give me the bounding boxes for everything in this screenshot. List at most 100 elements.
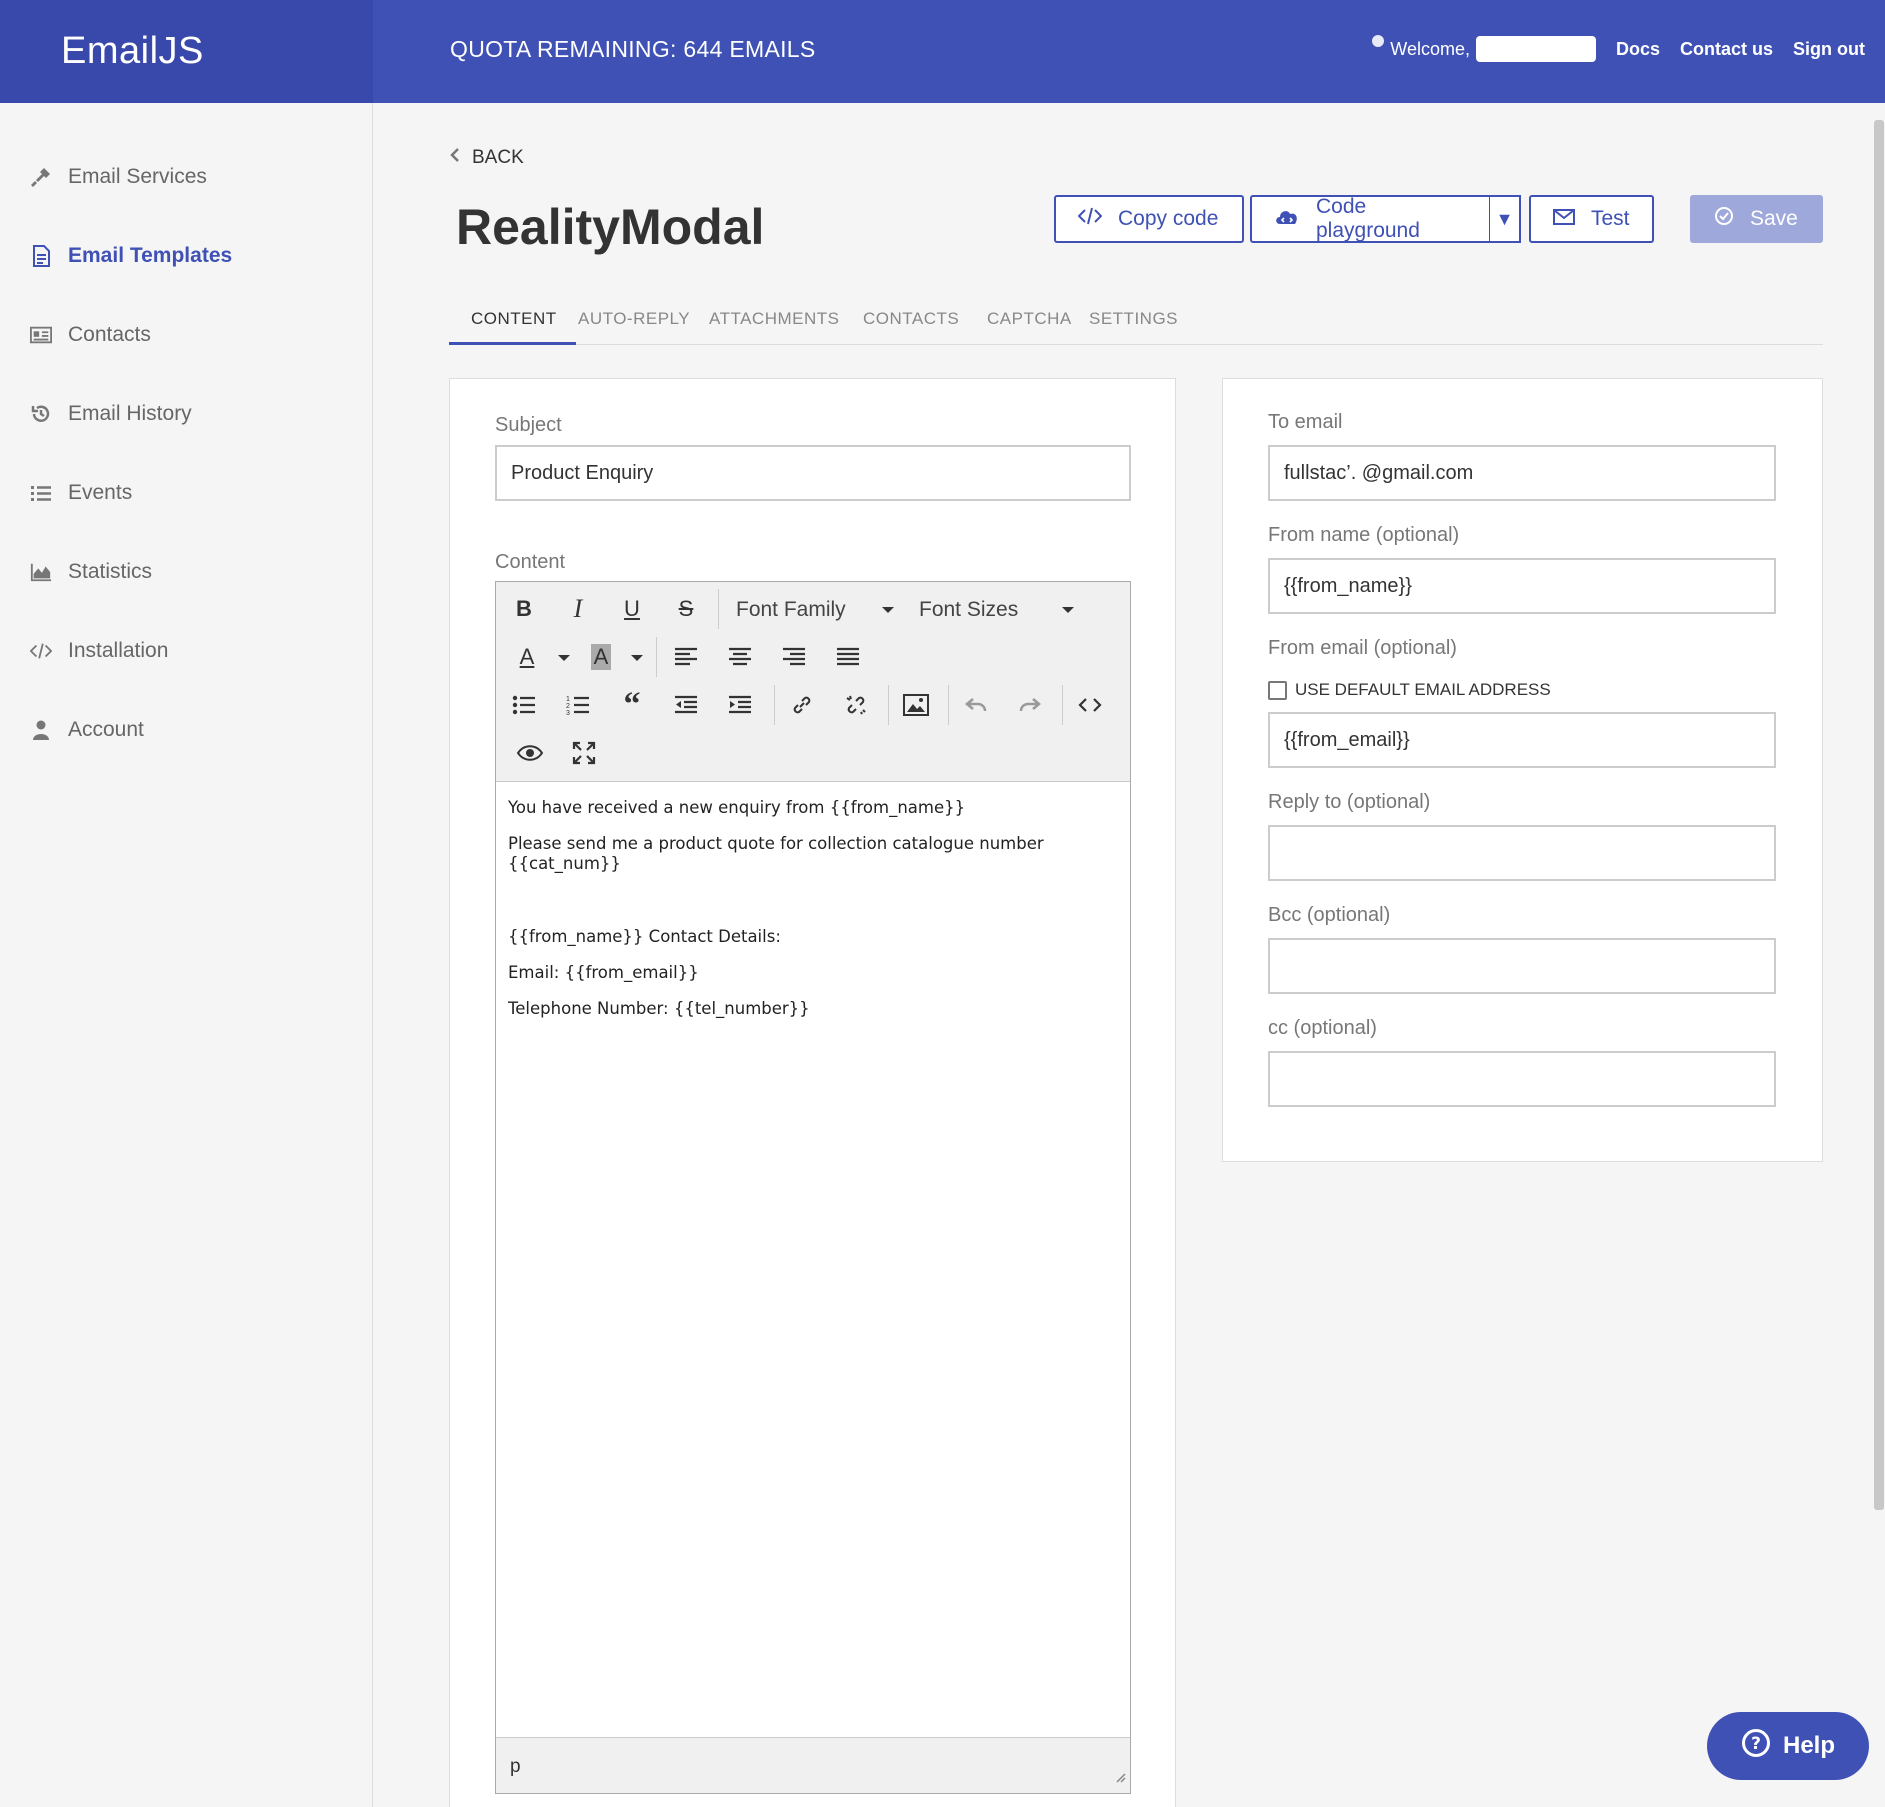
body-line: Telephone Number: {{tel_number}}	[508, 999, 810, 1018]
code-playground-button[interactable]: Code playground	[1250, 195, 1491, 243]
sidebar-item-account[interactable]: Account	[30, 718, 144, 742]
from-name-input[interactable]: {{from_name}}	[1268, 558, 1776, 614]
background-color-icon[interactable]: A	[584, 640, 618, 674]
sidebar-item-label: Statistics	[68, 560, 153, 583]
font-family-dropdown[interactable]: Font Family	[736, 598, 894, 622]
body-line: Please send me a product quote for colle…	[508, 834, 1044, 853]
font-sizes-dropdown[interactable]: Font Sizes	[919, 598, 1075, 622]
contact-us-link[interactable]: Contact us	[1680, 39, 1773, 60]
use-default-email-checkbox[interactable]	[1268, 681, 1287, 700]
cc-input[interactable]	[1268, 1051, 1776, 1107]
status-dot-icon	[1372, 35, 1385, 47]
resize-handle-icon[interactable]	[1114, 1767, 1126, 1789]
settings-panel: To email fullstac’. @gmail.com From name…	[1222, 378, 1823, 1162]
triangle-down-icon: ▼	[1495, 208, 1514, 229]
plug-icon	[30, 166, 52, 188]
tab-captcha[interactable]: CAPTCHA	[987, 309, 1072, 329]
blockquote-icon[interactable]: “	[615, 686, 649, 723]
svg-text:2: 2	[566, 703, 570, 710]
cloud-code-icon	[1274, 206, 1300, 232]
font-sizes-label: Font Sizes	[919, 598, 1019, 621]
sidebar-item-email-templates[interactable]: Email Templates	[30, 244, 232, 268]
bold-icon[interactable]: B	[507, 592, 541, 626]
caret-down-icon[interactable]	[631, 655, 643, 661]
bullet-list-icon[interactable]	[507, 688, 541, 722]
playground-dropdown-toggle[interactable]: ▼	[1489, 195, 1521, 243]
tab-auto-reply[interactable]: AUTO-REPLY	[578, 309, 690, 329]
caret-down-icon[interactable]	[558, 655, 570, 661]
editor-toolbar: B I U S Font Family Font Sizes A A 1 2 3…	[496, 582, 1130, 782]
redacted-username	[1475, 36, 1596, 62]
undo-icon[interactable]	[959, 688, 993, 722]
outdent-icon[interactable]	[669, 688, 703, 722]
sidebar-item-statistics[interactable]: Statistics	[30, 560, 152, 584]
source-code-icon[interactable]	[1073, 688, 1107, 722]
welcome-area: Welcome,	[1372, 35, 1596, 62]
page-title: RealityModal	[456, 199, 765, 255]
toolbar-separator	[948, 685, 949, 725]
redo-icon[interactable]	[1013, 688, 1047, 722]
back-link[interactable]: BACK	[450, 147, 524, 169]
toolbar-separator	[656, 637, 657, 677]
tab-content[interactable]: CONTENT	[471, 309, 557, 329]
subject-label: Subject	[495, 414, 562, 436]
docs-link[interactable]: Docs	[1616, 39, 1660, 60]
indent-icon[interactable]	[723, 688, 757, 722]
from-email-input[interactable]: {{from_email}}	[1268, 712, 1776, 768]
toolbar-separator	[888, 685, 889, 725]
sidebar-item-contacts[interactable]: Contacts	[30, 323, 151, 347]
sidebar-item-email-history[interactable]: Email History	[30, 402, 192, 426]
italic-icon[interactable]: I	[561, 592, 595, 626]
strikethrough-icon[interactable]: S	[669, 592, 703, 626]
bcc-input[interactable]	[1268, 938, 1776, 994]
sign-out-link[interactable]: Sign out	[1793, 39, 1865, 60]
reply-to-input[interactable]	[1268, 825, 1776, 881]
tab-settings[interactable]: SETTINGS	[1089, 309, 1178, 329]
from-email-label: From email (optional)	[1268, 637, 1457, 659]
logo-area: EmailJS	[0, 0, 373, 103]
test-button[interactable]: Test	[1529, 195, 1654, 243]
envelope-icon	[1553, 207, 1575, 231]
sidebar-item-events[interactable]: Events	[30, 481, 132, 505]
welcome-text: Welcome,	[1390, 38, 1470, 59]
tab-attachments[interactable]: ATTACHMENTS	[709, 309, 839, 329]
align-justify-icon[interactable]	[831, 640, 865, 674]
link-icon[interactable]	[785, 688, 819, 722]
caret-down-icon	[1062, 607, 1075, 613]
align-left-icon[interactable]	[669, 640, 703, 674]
to-email-input[interactable]: fullstac’. @gmail.com	[1268, 445, 1776, 501]
sidebar-item-email-services[interactable]: Email Services	[30, 165, 207, 189]
unlink-icon[interactable]	[839, 688, 873, 722]
fullscreen-icon[interactable]	[567, 736, 601, 770]
logo[interactable]: EmailJS	[61, 30, 204, 73]
save-button[interactable]: Save	[1690, 195, 1823, 243]
help-button[interactable]: ? Help	[1707, 1712, 1869, 1780]
toolbar-separator	[718, 589, 719, 629]
text-color-icon[interactable]: A	[510, 640, 544, 674]
image-icon[interactable]	[899, 688, 933, 722]
align-right-icon[interactable]	[777, 640, 811, 674]
toolbar-separator	[774, 685, 775, 725]
top-bar: EmailJS QUOTA REMAINING: 644 EMAILS Welc…	[0, 0, 1885, 103]
preview-eye-icon[interactable]	[513, 736, 547, 770]
align-center-icon[interactable]	[723, 640, 757, 674]
element-path[interactable]: p	[510, 1756, 521, 1777]
code-icon	[1077, 207, 1103, 231]
numbered-list-icon[interactable]: 123	[561, 688, 595, 722]
reply-to-label: Reply to (optional)	[1268, 791, 1431, 813]
svg-text:?: ?	[1751, 1734, 1761, 1754]
cc-label: cc (optional)	[1268, 1017, 1377, 1039]
copy-code-button[interactable]: Copy code	[1054, 195, 1244, 243]
sidebar-item-label: Email Services	[68, 165, 207, 188]
page-scrollbar[interactable]	[1874, 120, 1884, 1510]
code-playground-label: Code playground	[1316, 195, 1420, 242]
sidebar-item-installation[interactable]: Installation	[30, 639, 168, 663]
body-line: Email: {{from_email}}	[508, 963, 699, 982]
tab-contacts[interactable]: CONTACTS	[863, 309, 959, 329]
underline-icon[interactable]: U	[615, 592, 649, 626]
to-email-label: To email	[1268, 411, 1343, 433]
sidebar: Email Services Email Templates Contacts …	[0, 103, 373, 1807]
subject-input[interactable]: Product Enquiry	[495, 445, 1131, 501]
use-default-email-label[interactable]: USE DEFAULT EMAIL ADDRESS	[1295, 680, 1551, 700]
sidebar-item-label: Email History	[68, 402, 192, 425]
